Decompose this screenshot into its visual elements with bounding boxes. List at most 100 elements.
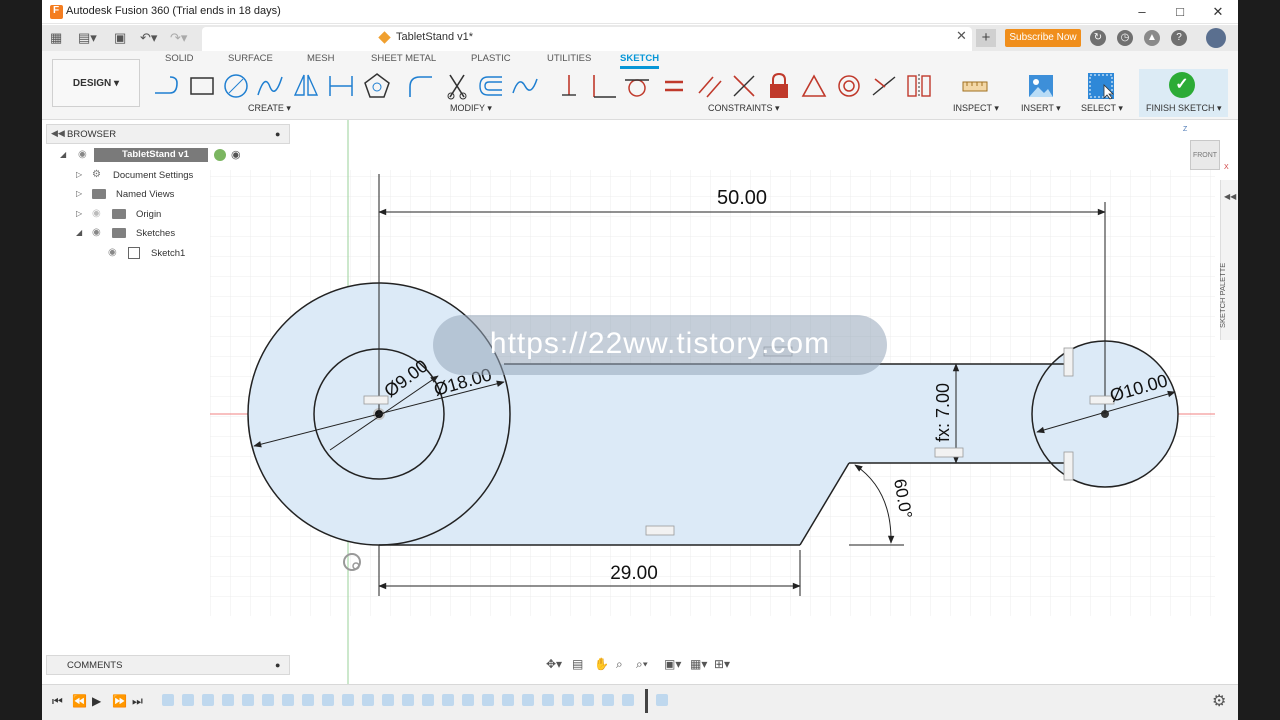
root-component-label[interactable]: TabletStand v1	[94, 148, 208, 162]
file-menu-icon[interactable]: ▤▾	[78, 29, 97, 47]
tab-plastic[interactable]: PLASTIC	[471, 53, 511, 64]
collinear-constraint-icon[interactable]	[869, 71, 899, 101]
perpendicular-constraint-icon[interactable]	[588, 71, 618, 101]
expand-icon[interactable]: ▷	[76, 170, 82, 179]
timeline-feature[interactable]	[162, 694, 174, 706]
tangent-constraint-icon[interactable]	[622, 71, 652, 101]
sketch-drawing[interactable]: 50.00 29.00 fx: 7.00 60.0° Ø9.00 Ø18.00 …	[42, 120, 1238, 684]
collapse-browser-icon[interactable]: ◀◀	[51, 128, 65, 139]
trim-tool-icon[interactable]	[442, 71, 472, 101]
timeline-feature[interactable]	[362, 694, 374, 706]
line-tool-icon[interactable]	[152, 71, 182, 101]
timeline-feature[interactable]	[282, 694, 294, 706]
timeline-feature[interactable]	[542, 694, 554, 706]
look-at-icon[interactable]: ▤	[572, 657, 583, 671]
constraints-group-label[interactable]: CONSTRAINTS ▾	[708, 103, 780, 114]
workspace-switcher[interactable]: DESIGN ▾	[52, 59, 140, 107]
sketch-canvas[interactable]: 50.00 29.00 fx: 7.00 60.0° Ø9.00 Ø18.00 …	[42, 120, 1238, 684]
redo-icon[interactable]: ↷▾	[170, 29, 187, 47]
spline-tool-icon[interactable]	[255, 71, 285, 101]
expand-icon[interactable]: ▷	[76, 189, 82, 198]
timeline-feature[interactable]	[182, 694, 194, 706]
measure-tool-icon[interactable]	[960, 71, 990, 101]
timeline-settings-gear-icon[interactable]: ⚙	[1212, 691, 1226, 711]
timeline-feature[interactable]	[562, 694, 574, 706]
hidden-eye-icon[interactable]: ◉	[92, 208, 101, 219]
visibility-icon[interactable]: ◉	[108, 247, 117, 258]
expand-palette-icon[interactable]: ◀◀	[1224, 192, 1236, 201]
inspect-group-label[interactable]: INSPECT ▾	[953, 103, 999, 114]
tree-item-named-views[interactable]: ▷ Named Views	[58, 186, 238, 204]
select-tool-icon[interactable]	[1086, 71, 1116, 101]
tree-item-document-settings[interactable]: ▷ ⚙ Document Settings	[58, 167, 238, 185]
insert-image-icon[interactable]	[1026, 71, 1056, 101]
timeline-feature[interactable]	[302, 694, 314, 706]
visibility-icon[interactable]: ◉	[92, 227, 101, 238]
timeline-feature[interactable]	[342, 694, 354, 706]
timeline-feature[interactable]	[442, 694, 454, 706]
notifications-icon[interactable]: ▲	[1144, 30, 1160, 46]
timeline-feature[interactable]	[402, 694, 414, 706]
rectangle-tool-icon[interactable]	[187, 71, 217, 101]
tab-sheet-metal[interactable]: SHEET METAL	[371, 53, 436, 64]
expand-icon[interactable]: ▷	[76, 209, 82, 218]
symmetry-constraint-icon[interactable]	[904, 71, 934, 101]
step-forward-icon[interactable]: ⏩	[112, 694, 127, 708]
create-group-label[interactable]: CREATE ▾	[248, 103, 291, 114]
finish-sketch-label[interactable]: FINISH SKETCH ▾	[1146, 103, 1222, 114]
sketch-curve-tool-icon[interactable]	[510, 71, 540, 101]
concentric-constraint-icon[interactable]	[834, 71, 864, 101]
browser-options-icon[interactable]: ●	[275, 129, 280, 139]
help-icon[interactable]: ?	[1171, 30, 1187, 46]
job-status-icon[interactable]: ◷	[1117, 30, 1133, 46]
dimension-29[interactable]: 29.00	[610, 563, 658, 584]
parallel-constraint-icon[interactable]	[695, 71, 725, 101]
timeline-marker[interactable]	[645, 689, 648, 713]
dimension-line-tool-icon[interactable]	[326, 71, 356, 101]
document-tab[interactable]	[202, 27, 972, 51]
insert-group-label[interactable]: INSERT ▾	[1021, 103, 1061, 114]
active-component-icon[interactable]	[214, 149, 226, 161]
dimension-7[interactable]: fx: 7.00	[933, 383, 953, 442]
expand-root-icon[interactable]: ◢	[60, 150, 66, 159]
minimize-button[interactable]: –	[1132, 3, 1152, 21]
timeline-feature[interactable]	[242, 694, 254, 706]
equal-constraint-icon[interactable]	[659, 71, 689, 101]
tree-item-sketches[interactable]: ◢ ◉ Sketches	[58, 225, 238, 243]
mirror-tool-icon[interactable]	[291, 71, 321, 101]
viewports-icon[interactable]: ⊞▾	[714, 657, 730, 671]
step-back-icon[interactable]: ⏪	[72, 694, 87, 708]
circle-tool-icon[interactable]	[221, 71, 251, 101]
timeline-feature[interactable]	[322, 694, 334, 706]
new-tab-button[interactable]: +	[976, 29, 996, 47]
play-icon[interactable]: ▶	[92, 694, 101, 708]
timeline-feature[interactable]	[422, 694, 434, 706]
display-settings-icon[interactable]: ▣▾	[664, 657, 681, 671]
timeline-feature[interactable]	[502, 694, 514, 706]
timeline-feature[interactable]	[582, 694, 594, 706]
close-document-icon[interactable]: ✕	[956, 28, 967, 44]
undo-icon[interactable]: ↶▾	[140, 29, 157, 47]
pan-icon[interactable]: ✋	[594, 657, 609, 671]
maximize-button[interactable]: □	[1170, 3, 1190, 21]
fit-icon[interactable]: ⌕▾	[636, 657, 648, 672]
timeline-feature[interactable]	[602, 694, 614, 706]
tree-item-origin[interactable]: ▷ ◉ Origin	[58, 206, 238, 224]
triangle-constraint-icon[interactable]	[799, 71, 829, 101]
tab-surface[interactable]: SURFACE	[228, 53, 273, 64]
tab-solid[interactable]: SOLID	[165, 53, 194, 64]
save-icon[interactable]: ▣	[114, 29, 126, 47]
select-group-label[interactable]: SELECT ▾	[1081, 103, 1123, 114]
collapse-icon[interactable]: ◢	[76, 228, 82, 237]
dimension-50[interactable]: 50.00	[717, 187, 767, 209]
coincident-constraint-icon[interactable]	[554, 71, 584, 101]
comments-panel[interactable]: COMMENTS ●	[46, 655, 290, 675]
timeline-feature[interactable]	[462, 694, 474, 706]
midpoint-constraint-icon[interactable]	[729, 71, 759, 101]
tab-sketch[interactable]: SKETCH	[620, 53, 660, 69]
zoom-icon[interactable]: ⌕	[616, 657, 623, 672]
timeline-feature[interactable]	[222, 694, 234, 706]
tree-item-sketch1[interactable]: ◉ Sketch1	[58, 245, 238, 263]
data-panel-grid-icon[interactable]: ▦	[50, 29, 62, 47]
timeline-feature[interactable]	[622, 694, 634, 706]
